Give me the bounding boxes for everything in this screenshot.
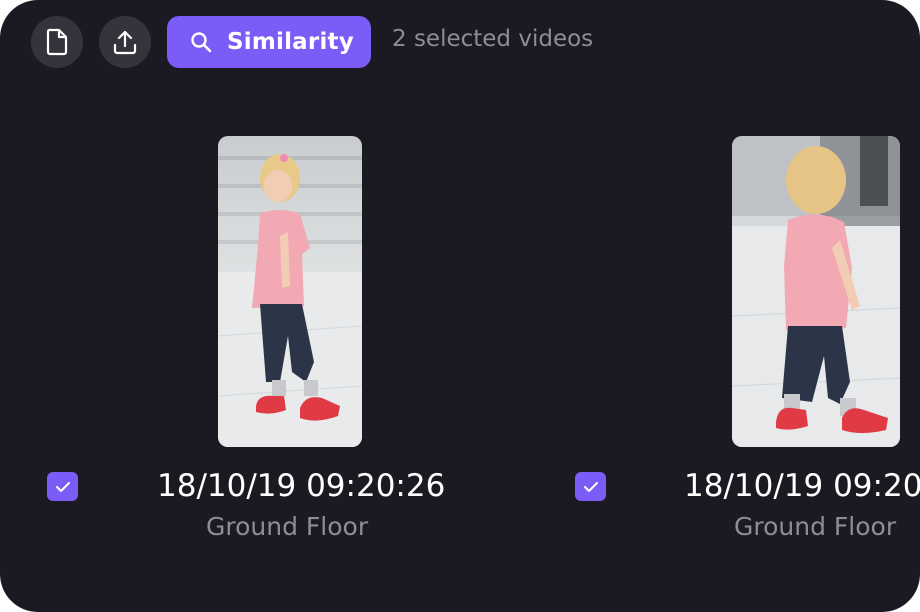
child-walking-image [218,136,362,447]
document-button[interactable] [31,16,83,68]
video-timestamp: 18/10/19 09:20:26 [684,468,920,504]
selection-status: 2 selected videos [392,26,594,52]
video-selection-panel: Similarity 2 selected videos 18/10/19 09… [0,0,920,612]
video-location: Ground Floor [734,512,897,541]
upload-button[interactable] [99,16,151,68]
checkmark-icon [55,481,70,492]
video-thumbnail[interactable] [732,136,900,447]
document-icon [46,28,68,56]
similarity-button[interactable]: Similarity [167,16,371,68]
search-icon [191,32,212,53]
child-walking-image [732,136,900,447]
video-select-checkbox[interactable] [575,472,606,501]
similarity-button-label: Similarity [227,29,354,55]
checkmark-icon [583,481,598,492]
upload-icon [113,30,137,55]
video-select-checkbox[interactable] [47,472,78,501]
video-location: Ground Floor [206,512,369,541]
video-timestamp: 18/10/19 09:20:26 [157,468,446,504]
video-thumbnail[interactable] [218,136,362,447]
